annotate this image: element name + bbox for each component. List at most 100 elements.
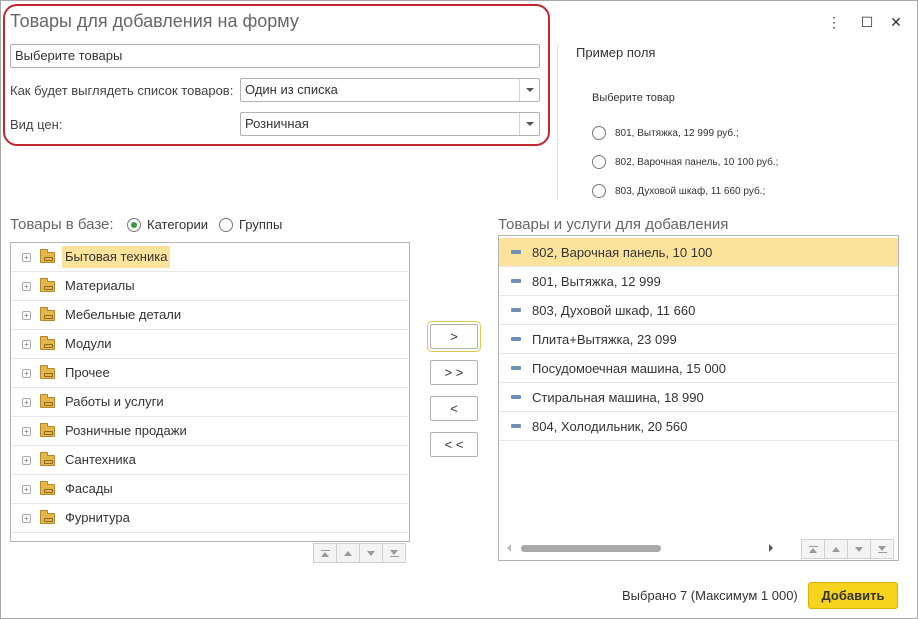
item-dash-icon (511, 308, 521, 312)
view-option-label: Группы (239, 217, 283, 232)
tree-row[interactable]: + Розничные продажи (11, 417, 408, 446)
tree-row-label: Прочее (65, 365, 110, 380)
item-dash-icon (511, 395, 521, 399)
tree-row[interactable]: + Бытовая техника (11, 243, 408, 272)
tree-row[interactable]: + Фасады (11, 475, 408, 504)
list-item[interactable]: Посудомоечная машина, 15 000 (499, 354, 898, 383)
price-type-select[interactable]: Розничная (240, 112, 540, 136)
sample-option[interactable]: 802, Варочная панель, 10 100 руб.; (592, 154, 778, 170)
selection-count-status: Выбрано 7 (Максимум 1 000) (622, 588, 798, 603)
radio-icon[interactable] (592, 155, 606, 169)
expand-plus-icon[interactable]: + (22, 426, 31, 436)
last-icon (389, 549, 399, 557)
scroll-to-top-button[interactable] (313, 543, 337, 563)
sample-option[interactable]: 801, Вытяжка, 12 999 руб.; (592, 125, 739, 141)
view-option-categories[interactable]: Категории (127, 217, 208, 232)
list-item-label: Плита+Вытяжка, 23 099 (532, 332, 677, 347)
folder-icon (40, 277, 55, 292)
list-item-label: Стиральная машина, 18 990 (532, 390, 704, 405)
radio-icon[interactable] (219, 217, 233, 232)
close-icon[interactable]: ✕ (886, 12, 906, 32)
tree-row[interactable]: + Мебельные детали (11, 301, 408, 330)
tree-row[interactable]: + Прочее (11, 359, 408, 388)
list-item-label: 802, Варочная панель, 10 100 (532, 245, 713, 260)
scroll-down-button[interactable] (359, 543, 383, 563)
first-icon (320, 549, 330, 557)
scroll-to-top-button[interactable] (801, 539, 825, 559)
list-item-label: Посудомоечная машина, 15 000 (532, 361, 727, 376)
folder-icon (40, 509, 55, 524)
scroll-up-button[interactable] (336, 543, 360, 563)
expand-plus-icon[interactable]: + (22, 484, 31, 494)
expand-plus-icon[interactable]: + (22, 513, 31, 523)
tree-row-label: Материалы (65, 278, 135, 293)
tree-row[interactable]: + Модули (11, 330, 408, 359)
expand-plus-icon[interactable]: + (22, 368, 31, 378)
expand-plus-icon[interactable]: + (22, 310, 31, 320)
scroll-right-icon[interactable] (769, 544, 773, 552)
radio-icon[interactable] (592, 126, 606, 140)
selection-list[interactable]: 802, Варочная панель, 10 100 801, Вытяжк… (498, 235, 899, 561)
folder-icon (40, 422, 55, 437)
scroll-to-bottom-button[interactable] (870, 539, 894, 559)
tree-row[interactable]: + Сантехника (11, 446, 408, 475)
catalog-nav-bar (313, 543, 406, 563)
list-item[interactable]: 803, Духовой шкаф, 11 660 (499, 296, 898, 325)
price-type-dropdown-button[interactable] (519, 113, 539, 135)
more-menu-icon[interactable]: ⋮ (824, 12, 844, 32)
scroll-up-button[interactable] (824, 539, 848, 559)
expand-plus-icon[interactable]: + (22, 397, 31, 407)
sample-option-label: 803, Духовой шкаф, 11 660 руб.; (615, 185, 766, 197)
chevron-up-icon (832, 546, 840, 552)
expand-plus-icon[interactable]: + (22, 252, 31, 262)
folder-icon (40, 306, 55, 321)
view-option-groups[interactable]: Группы (219, 217, 282, 232)
last-icon (877, 545, 887, 553)
expand-plus-icon[interactable]: + (22, 281, 31, 291)
list-item-label: 801, Вытяжка, 12 999 (532, 274, 661, 289)
horizontal-scrollbar[interactable] (507, 543, 773, 553)
add-one-button[interactable]: > (427, 321, 481, 352)
folder-icon (40, 451, 55, 466)
catalog-tree[interactable]: + Бытовая техника + Материалы + Мебельны… (10, 242, 410, 542)
folder-icon (40, 364, 55, 379)
list-view-label: Как будет выглядеть список товаров: (10, 83, 234, 98)
list-view-dropdown-button[interactable] (519, 79, 539, 101)
expand-plus-icon[interactable]: + (22, 455, 31, 465)
radio-icon[interactable] (592, 184, 606, 198)
radio-icon[interactable] (127, 217, 141, 232)
tree-row-label: Фурнитура (65, 510, 130, 525)
header-text-field[interactable]: Выберите товары (10, 44, 540, 68)
add-button[interactable]: Добавить (808, 582, 898, 609)
sample-option[interactable]: 803, Духовой шкаф, 11 660 руб.; (592, 183, 765, 199)
scroll-down-button[interactable] (847, 539, 871, 559)
list-view-value: Один из списка (245, 82, 338, 97)
tree-row[interactable]: + Фурнитура (11, 504, 408, 533)
item-dash-icon (511, 424, 521, 428)
tree-row-label: Фасады (65, 481, 113, 496)
list-item[interactable]: 804, Холодильник, 20 560 (499, 412, 898, 441)
sample-divider (557, 45, 558, 200)
scroll-left-icon[interactable] (507, 544, 511, 552)
sample-title: Пример поля (576, 45, 656, 60)
item-dash-icon (511, 279, 521, 283)
scrollbar-thumb[interactable] (521, 545, 661, 552)
list-item[interactable]: 801, Вытяжка, 12 999 (499, 267, 898, 296)
remove-one-button[interactable]: < (430, 396, 478, 421)
folder-icon (40, 335, 55, 350)
tree-row-label: Розничные продажи (65, 423, 187, 438)
list-view-select[interactable]: Один из списка (240, 78, 540, 102)
view-option-label: Категории (147, 217, 208, 232)
item-dash-icon (511, 337, 521, 341)
list-item[interactable]: Плита+Вытяжка, 23 099 (499, 325, 898, 354)
maximize-icon[interactable]: ☐ (857, 12, 877, 32)
tree-row[interactable]: + Материалы (11, 272, 408, 301)
tree-row[interactable]: + Работы и услуги (11, 388, 408, 417)
expand-plus-icon[interactable]: + (22, 339, 31, 349)
list-item[interactable]: 802, Варочная панель, 10 100 (499, 238, 898, 267)
list-item[interactable]: Стиральная машина, 18 990 (499, 383, 898, 412)
chevron-up-icon (344, 550, 352, 556)
add-all-button[interactable]: > > (430, 360, 478, 385)
remove-all-button[interactable]: < < (430, 432, 478, 457)
scroll-to-bottom-button[interactable] (382, 543, 406, 563)
